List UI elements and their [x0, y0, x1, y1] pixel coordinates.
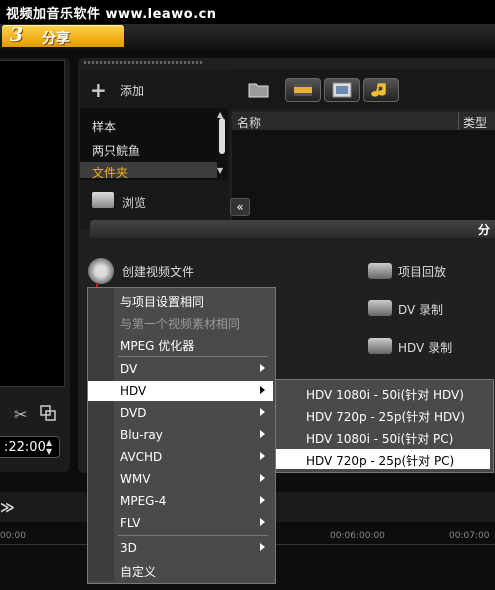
submenu-item-hdv-1080i-pc[interactable]: HDV 1080i - 50i(针对 PC) — [276, 427, 490, 447]
video-filter-button[interactable] — [285, 78, 321, 102]
media-list-header — [232, 112, 495, 131]
menu-item-label: 与项目设置相同 — [120, 295, 205, 309]
menu-item-hdv[interactable]: HDV — [88, 381, 273, 401]
submenu-arrow-icon — [260, 496, 265, 504]
submenu-item-hdv-720p-hdv[interactable]: HDV 720p - 25p(针对 HDV) — [276, 405, 490, 425]
ruler-tick: 00:07:00 — [449, 531, 490, 541]
column-type[interactable]: 类型 — [463, 114, 487, 131]
dv-record-label[interactable]: DV 录制 — [398, 301, 443, 318]
menu-item-mpeg-optimizer[interactable]: MPEG 优化器 — [88, 334, 273, 354]
title-bar: 视频加音乐软件 www.leawo.cn — [0, 0, 495, 24]
menu-item-label: MPEG 优化器 — [120, 339, 195, 353]
menu-item-label: WMV — [120, 472, 151, 486]
menu-item-same-as-project[interactable]: 与项目设置相同 — [88, 290, 273, 310]
copy-icon[interactable] — [40, 405, 56, 421]
submenu-item-label: HDV 720p - 25p(针对 PC) — [306, 454, 455, 468]
music-note-icon — [371, 83, 386, 97]
menu-item-3d[interactable]: 3D — [88, 538, 273, 558]
menu-item-label: HDV — [120, 384, 147, 398]
menu-item-dv[interactable]: DV — [88, 359, 273, 379]
submenu-arrow-icon — [260, 474, 265, 482]
share-header-label: 分 — [478, 223, 491, 237]
folder-item[interactable]: 文件夹 — [92, 164, 128, 181]
submenu-item-label: HDV 720p - 25p(针对 HDV) — [306, 410, 465, 424]
menu-item-wmv[interactable]: WMV — [88, 469, 273, 489]
menu-item-mpeg4[interactable]: MPEG-4 — [88, 491, 273, 511]
submenu-arrow-icon — [260, 430, 265, 438]
scroll-thumb[interactable] — [219, 118, 225, 154]
menu-item-bluray[interactable]: Blu-ray — [88, 425, 273, 445]
submenu-arrow-icon — [260, 452, 265, 460]
menu-separator — [118, 535, 268, 536]
browse-label[interactable]: 浏览 — [122, 194, 146, 211]
film-reel-icon[interactable] — [88, 258, 114, 284]
add-label: 添加 — [120, 84, 145, 98]
collapse-button[interactable]: « — [230, 198, 250, 216]
project-playback-icon[interactable] — [368, 263, 392, 279]
submenu-arrow-icon — [260, 543, 265, 551]
timeline-mode-icon[interactable]: ≫ — [0, 500, 15, 516]
menu-item-label: Blu-ray — [120, 428, 163, 442]
scissors-icon[interactable]: ✂ — [14, 405, 27, 424]
menu-item-custom[interactable]: 自定义 — [88, 560, 273, 580]
menu-item-label: DVD — [120, 406, 147, 420]
hdv-record-label[interactable]: HDV 录制 — [398, 339, 452, 356]
image-icon — [332, 82, 352, 98]
step-label: 分享 — [42, 31, 70, 47]
menu-item-label: MPEG-4 — [120, 494, 167, 508]
folder-icon[interactable] — [248, 80, 270, 98]
folder-item[interactable]: 两只鲩鱼 — [92, 142, 140, 159]
submenu-item-label: HDV 1080i - 50i(针对 PC) — [306, 432, 454, 446]
ruler-tick: 00:06:00:00 — [330, 531, 385, 541]
media-list[interactable] — [232, 130, 495, 220]
browse-icon[interactable] — [92, 192, 114, 208]
menu-separator — [118, 356, 268, 357]
scroll-down-icon[interactable]: ▼ — [217, 166, 223, 175]
menu-item-label: 3D — [120, 541, 137, 555]
panel-grip[interactable] — [84, 61, 204, 64]
menu-item-flv[interactable]: FLV — [88, 513, 273, 533]
project-playback-label[interactable]: 项目回放 — [398, 263, 446, 280]
submenu-arrow-icon — [260, 518, 265, 526]
submenu-arrow-icon — [260, 408, 265, 416]
preview-screen — [0, 60, 65, 387]
menu-item-label: AVCHD — [120, 450, 163, 464]
audio-filter-button[interactable] — [363, 78, 399, 102]
submenu-arrow-icon — [260, 386, 265, 394]
submenu-item-hdv-720p-pc[interactable]: HDV 720p - 25p(针对 PC) — [276, 449, 490, 469]
photo-filter-button[interactable] — [324, 78, 360, 102]
hdv-camera-icon[interactable] — [368, 338, 392, 354]
dv-camera-icon[interactable] — [368, 300, 392, 316]
menu-item-label: 自定义 — [120, 565, 157, 579]
step-number: 3 — [10, 24, 24, 46]
submenu-arrow-icon — [260, 364, 265, 372]
menu-item-avchd[interactable]: AVCHD — [88, 447, 273, 467]
folder-item[interactable]: 样本 — [92, 118, 116, 135]
film-strip-icon — [294, 84, 312, 96]
column-name[interactable]: 名称 — [237, 114, 261, 131]
column-divider[interactable] — [458, 112, 459, 130]
menu-item-label: 与第一个视频素材相同 — [120, 317, 241, 331]
share-header — [90, 220, 495, 238]
create-video-file-button[interactable]: 创建视频文件 — [122, 263, 194, 280]
menu-item-same-as-first-clip: 与第一个视频素材相同 — [88, 312, 273, 332]
submenu-item-hdv-1080i-hdv[interactable]: HDV 1080i - 50i(针对 HDV) — [276, 383, 490, 403]
title-text: 视频加音乐软件 www.leawo.cn — [6, 7, 217, 22]
menu-item-label: FLV — [120, 516, 141, 530]
timecode-spinner-icon[interactable]: ▲ ▼ — [46, 438, 52, 456]
submenu-item-label: HDV 1080i - 50i(针对 HDV) — [306, 388, 464, 402]
ruler-tick: 00:00 — [0, 531, 26, 541]
plus-icon: + — [90, 78, 107, 102]
menu-item-dvd[interactable]: DVD — [88, 403, 273, 423]
menu-item-label: DV — [120, 362, 138, 376]
